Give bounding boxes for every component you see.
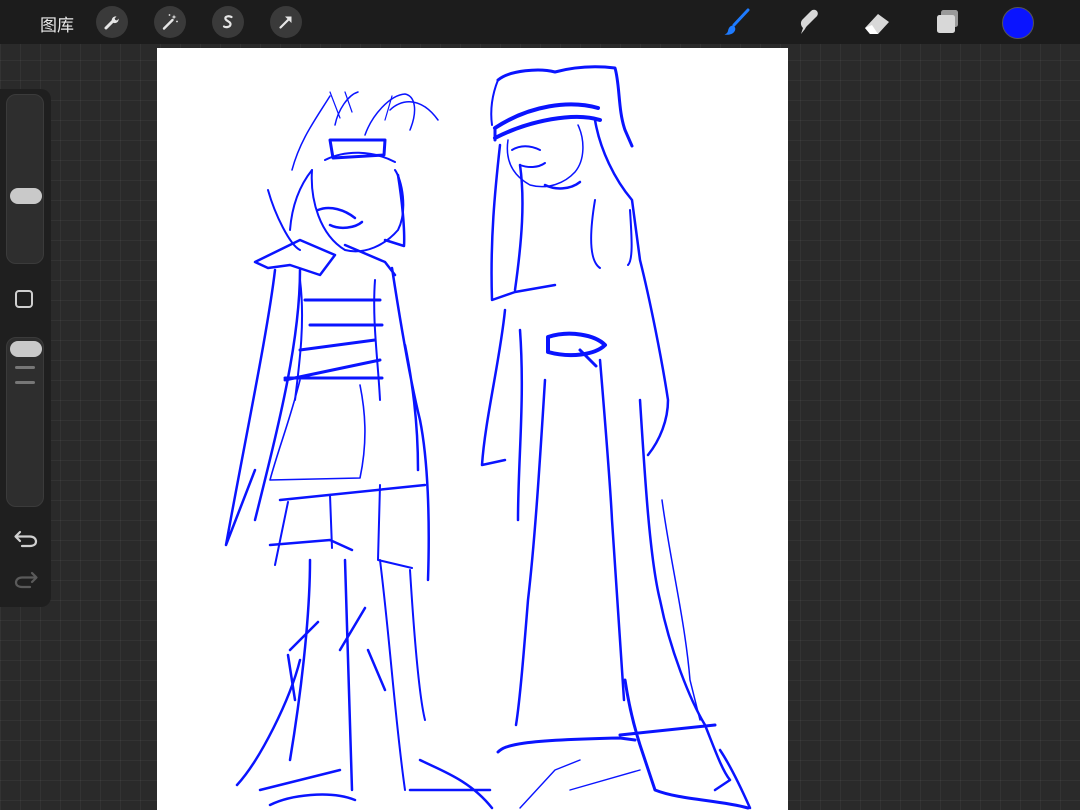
transform-button[interactable] [270, 6, 302, 38]
smudge-tool-button[interactable] [790, 5, 824, 39]
actions-button[interactable] [96, 6, 128, 38]
selection-s-icon [222, 15, 233, 29]
magic-wand-icon [162, 14, 178, 30]
eraser-icon [865, 14, 889, 34]
layers-button[interactable] [930, 5, 964, 39]
gallery-button[interactable]: 图库 [40, 11, 74, 36]
top-toolbar: 图库 [0, 0, 1080, 44]
color-picker-button[interactable] [1002, 7, 1034, 39]
opacity-marker [15, 366, 35, 369]
opacity-thumb[interactable] [10, 341, 42, 357]
opacity-slider[interactable] [6, 337, 44, 507]
adjustments-button[interactable] [154, 6, 186, 38]
selection-button[interactable] [212, 6, 244, 38]
brush-icon [724, 8, 750, 35]
eraser-tool-button[interactable] [860, 5, 894, 39]
wrench-icon [104, 16, 119, 30]
sketch-figure-right [480, 65, 752, 810]
redo-icon[interactable] [13, 569, 39, 591]
undo-icon[interactable] [13, 528, 39, 550]
layers-icon [937, 10, 958, 33]
brush-tool-button[interactable] [720, 5, 754, 39]
transform-arrow-icon [279, 16, 292, 29]
sketch-artwork [224, 65, 752, 810]
brush-size-thumb[interactable] [10, 188, 42, 205]
modify-button[interactable] [15, 290, 33, 308]
brush-size-slider[interactable] [6, 94, 44, 264]
drawing-canvas[interactable] [157, 48, 788, 810]
left-sidebar [0, 89, 51, 607]
opacity-marker [15, 381, 35, 384]
smudge-icon [800, 9, 818, 34]
sketch-figure-left [224, 91, 494, 810]
